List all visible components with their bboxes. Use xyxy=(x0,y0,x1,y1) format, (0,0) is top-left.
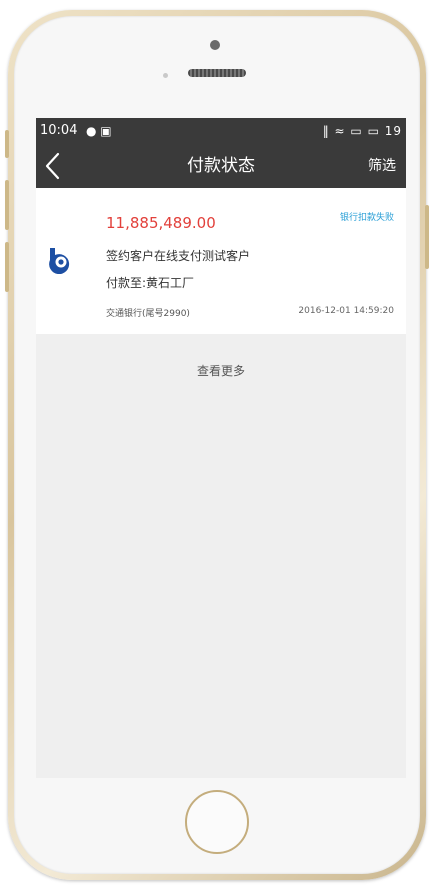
earpiece-speaker xyxy=(188,69,246,77)
system-status-icons: ‖ ≈ ▭ ▭ 19 xyxy=(322,124,402,138)
bank-of-communications-logo-icon xyxy=(49,248,70,274)
home-button[interactable] xyxy=(185,790,249,854)
status-bar: 10:04 ● ▣ ‖ ≈ ▭ ▭ 19 xyxy=(36,118,406,144)
payee: 付款至:黄石工厂 xyxy=(106,276,195,290)
filter-button[interactable]: 筛选 xyxy=(368,144,396,188)
volume-up-button xyxy=(5,180,9,230)
nav-bar: 付款状态 筛选 xyxy=(36,144,406,188)
payment-card[interactable]: 11,885,489.00 银行扣款失败 签约客户在线支付测试客户 付款至:黄石… xyxy=(36,188,406,334)
status-time: 10:04 xyxy=(40,123,78,138)
mute-switch xyxy=(5,130,9,158)
bank-account: 交通银行(尾号2990) xyxy=(106,309,190,319)
status-badge: 银行扣款失败 xyxy=(339,213,394,223)
proximity-sensor xyxy=(163,73,168,78)
page-title: 付款状态 xyxy=(187,156,255,176)
payment-timestamp: 2016-12-01 14:59:20 xyxy=(298,306,394,316)
view-more-link[interactable]: 查看更多 xyxy=(36,362,406,379)
app-screen: 10:04 ● ▣ ‖ ≈ ▭ ▭ 19 付款状态 筛选 11,885,489.… xyxy=(36,118,406,778)
front-camera xyxy=(210,40,220,50)
volume-down-button xyxy=(5,242,9,292)
notification-icons: ● ▣ xyxy=(86,124,112,138)
power-button xyxy=(425,205,429,269)
customer-name: 签约客户在线支付测试客户 xyxy=(106,249,251,263)
payment-amount: 11,885,489.00 xyxy=(106,214,216,232)
